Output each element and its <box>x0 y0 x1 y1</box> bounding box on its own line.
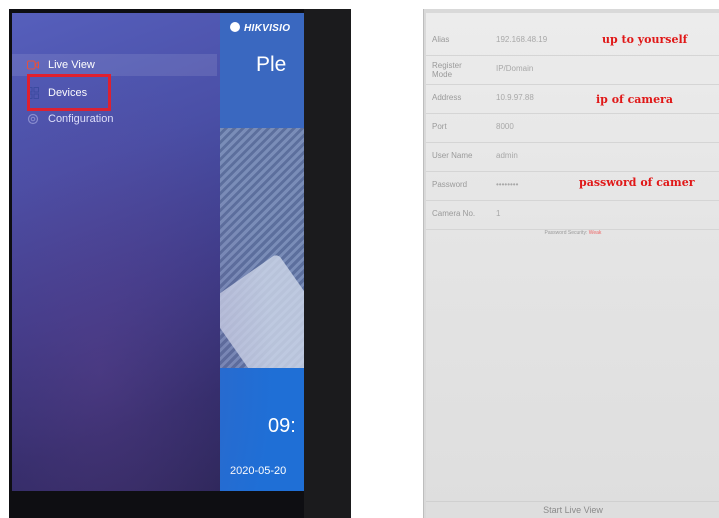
app-bottom-panel <box>220 368 304 491</box>
address-row[interactable]: Address 10.9.97.88 <box>426 85 719 114</box>
register-mode-row[interactable]: Register Mode IP/Domain <box>426 56 719 85</box>
annotation-address: ip of camera <box>596 93 673 106</box>
camera-no-row[interactable]: Camera No. 1 <box>426 201 719 230</box>
alias-input[interactable]: 192.168.48.19 <box>496 35 547 44</box>
banner-image <box>220 128 304 368</box>
clock-text: 09: <box>268 415 296 437</box>
port-row[interactable]: Port 8000 <box>426 114 719 143</box>
alias-label: Alias <box>432 35 450 44</box>
date-text: 2020-05-20 <box>230 465 287 477</box>
camera-no-label: Camera No. <box>432 209 476 218</box>
port-input[interactable]: 8000 <box>496 122 514 131</box>
register-mode-label: Register Mode <box>432 61 462 79</box>
password-input[interactable]: •••••••• <box>496 180 518 189</box>
device-settings-screen: Alias 192.168.48.19 Register Mode IP/Dom… <box>426 13 719 518</box>
devices-icon <box>26 86 40 100</box>
devices-highlight-box <box>27 74 111 111</box>
phone-bezel <box>304 9 351 518</box>
user-name-row[interactable]: User Name admin <box>426 143 719 172</box>
logo-dot-icon <box>230 22 240 32</box>
side-menu-panel: HIKVISIO Ple 09: 2020-05-20 Live View De… <box>12 13 304 491</box>
port-label: Port <box>432 122 447 131</box>
menu-item-live-view[interactable]: Live View <box>12 54 217 76</box>
welcome-text: Ple <box>256 53 287 76</box>
menu-item-configuration[interactable]: Configuration <box>12 108 217 130</box>
hikvision-logo: HIKVISIO <box>230 22 290 34</box>
user-name-input[interactable]: admin <box>496 151 518 160</box>
password-security-label: Password Security: <box>544 230 588 236</box>
start-live-view-button[interactable]: Start Live View <box>426 501 719 518</box>
annotation-alias: up to yourself <box>602 33 688 46</box>
app-header <box>220 13 304 128</box>
user-name-label: User Name <box>432 151 473 160</box>
gear-icon <box>26 112 40 126</box>
camera-no-input[interactable]: 1 <box>496 209 500 218</box>
menu-item-label: Configuration <box>48 113 114 125</box>
menu-item-label: Devices <box>48 87 88 99</box>
menu-item-devices[interactable]: Devices <box>12 82 217 104</box>
password-security-value: Weak <box>588 230 602 236</box>
address-input[interactable]: 10.9.97.88 <box>496 93 534 102</box>
logo-text: HIKVISIO <box>244 23 291 34</box>
annotation-password: password of camer <box>579 176 695 189</box>
menu-item-label: Live View <box>48 59 95 71</box>
register-mode-select[interactable]: IP/Domain <box>496 64 533 73</box>
left-phone-photo: HIKVISIO Ple 09: 2020-05-20 Live View De… <box>9 9 351 518</box>
right-phone-photo: Alias 192.168.48.19 Register Mode IP/Dom… <box>423 9 719 518</box>
password-label: Password <box>432 180 468 189</box>
app-home-screen <box>220 13 304 491</box>
password-security-indicator: Password Security: Weak <box>426 230 719 236</box>
live-view-icon <box>26 58 40 72</box>
address-label: Address <box>432 93 462 102</box>
